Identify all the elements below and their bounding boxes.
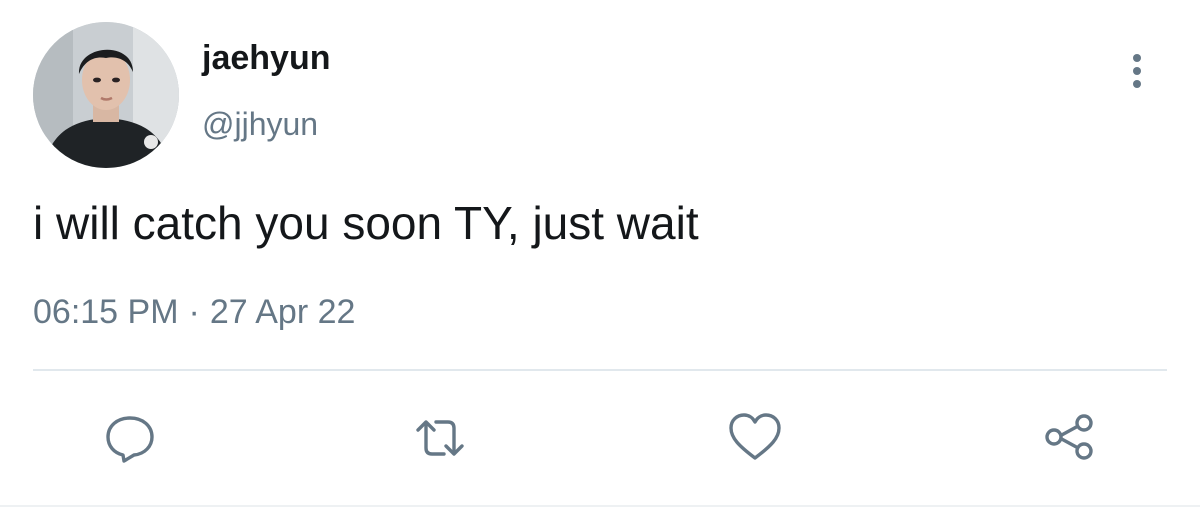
- display-name[interactable]: jaehyun: [202, 38, 330, 78]
- tweet-text: i will catch you soon TY, just wait: [33, 197, 699, 249]
- reply-icon: [106, 416, 154, 463]
- more-vertical-icon: [1133, 54, 1141, 88]
- meta-separator: ·: [188, 293, 200, 331]
- tweet-time: 06:15 PM: [33, 293, 179, 331]
- user-handle[interactable]: @jjhyun: [202, 104, 318, 144]
- retweet-button[interactable]: [410, 408, 470, 468]
- retweet-icon: [416, 420, 464, 456]
- divider: [33, 369, 1167, 371]
- more-options-button[interactable]: [1122, 50, 1152, 94]
- share-button[interactable]: [1040, 408, 1100, 468]
- tweet-date: 27 Apr 22: [209, 293, 356, 331]
- share-icon: [1045, 414, 1093, 460]
- bottom-divider: [0, 505, 1200, 507]
- tweet-card: jaehyun @jjhyun i will catch you soon TY…: [0, 0, 1200, 521]
- like-button[interactable]: [725, 408, 785, 468]
- reply-button[interactable]: [100, 408, 160, 468]
- heart-icon: [729, 413, 781, 460]
- avatar[interactable]: [33, 22, 179, 168]
- tweet-timestamp[interactable]: 06:15 PM · 27 Apr 22: [33, 290, 355, 334]
- avatar-image: [33, 22, 179, 168]
